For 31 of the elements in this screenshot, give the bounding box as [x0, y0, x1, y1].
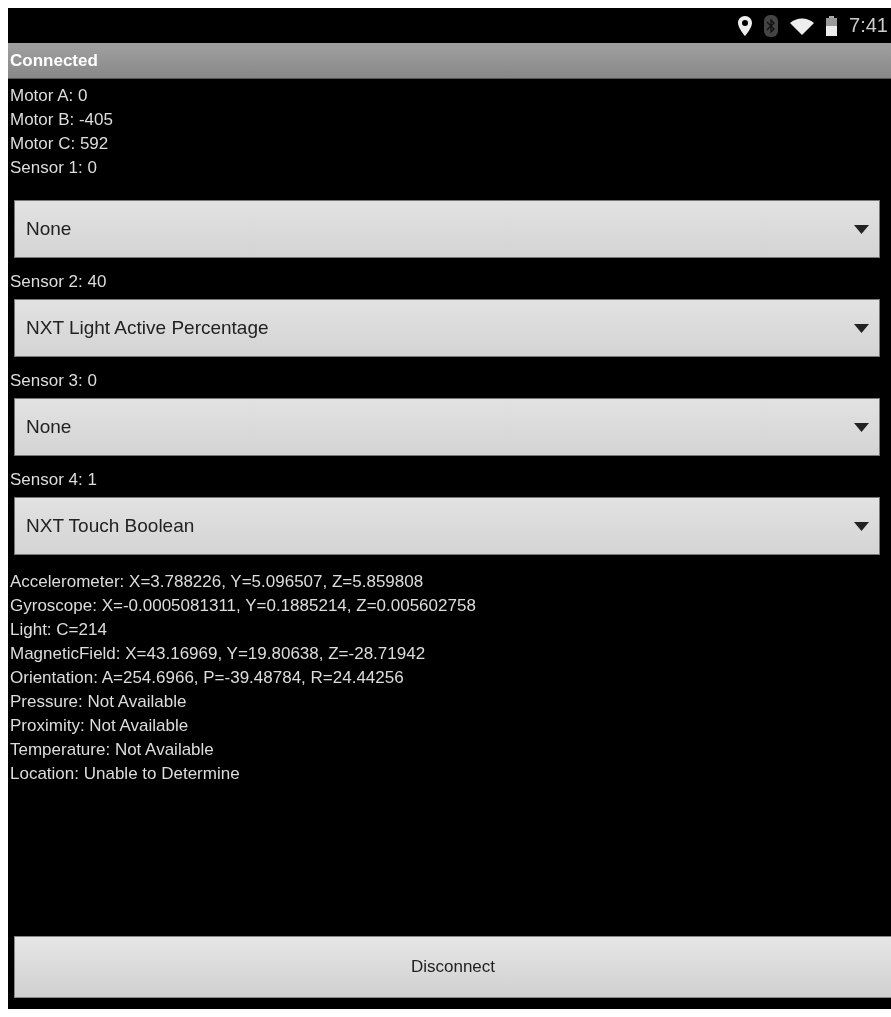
- sensor-dropdown[interactable]: NXT Light Active Percentage: [14, 299, 880, 357]
- readout-text: Gyroscope: X=-0.0005081311, Y=0.1885214, Z=0.005602758: [9, 595, 476, 617]
- readout-text: Location: Unable to Determine: [9, 763, 240, 785]
- readout-text: Sensor 1: 0: [9, 157, 97, 179]
- sensor-dropdown[interactable]: None: [14, 398, 880, 456]
- sensor-dropdown[interactable]: NXT Touch Boolean: [14, 497, 880, 555]
- dropdown-arrow-icon: [854, 521, 869, 531]
- readout-text: Motor A: 0: [9, 85, 88, 107]
- readout-text: Sensor 3: 0: [9, 370, 97, 392]
- readout-text: Light: C=214: [9, 619, 107, 641]
- wifi-icon: [790, 16, 815, 35]
- battery-icon: [826, 15, 838, 36]
- readout-text: Sensor 4: 1: [9, 469, 97, 491]
- readout-text: Accelerometer: X=3.788226, Y=5.096507, Z=5.859808: [9, 571, 424, 593]
- sensor-dropdown[interactable]: None: [14, 200, 880, 258]
- readout-text: Sensor 2: 40: [9, 271, 107, 293]
- readout-text: Proximity: Not Available: [9, 715, 189, 737]
- location-pin-icon: [738, 15, 753, 36]
- title-bar: Connected: [8, 43, 891, 79]
- readout-text: MagneticField: X=43.16969, Y=19.80638, Z=-28.71942: [9, 643, 426, 665]
- disconnect-button[interactable]: Disconnect: [14, 936, 891, 998]
- readout-text: Orientation: A=254.6966, P=-39.48784, R=24.44256: [9, 667, 404, 689]
- readout-text: Temperature: Not Available: [9, 739, 214, 761]
- dropdown-arrow-icon: [854, 422, 869, 432]
- clock-time: 7:41: [849, 14, 888, 37]
- readout-text: Pressure: Not Available: [9, 691, 187, 713]
- bluetooth-icon: [764, 14, 779, 37]
- dropdown-arrow-icon: [854, 323, 869, 333]
- dropdown-arrow-icon: [854, 224, 869, 234]
- readout-text: Motor B: -405: [9, 109, 113, 131]
- readout-text: Motor C: 592: [9, 133, 109, 155]
